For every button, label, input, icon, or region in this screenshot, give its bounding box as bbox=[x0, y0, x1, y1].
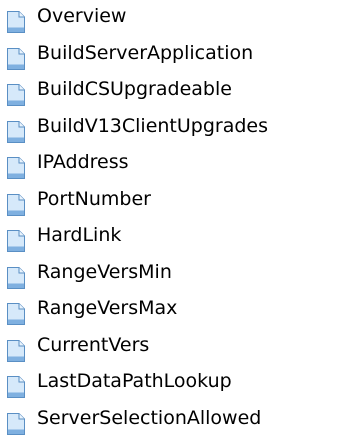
topic-item-4[interactable]: IPAddress bbox=[0, 146, 342, 183]
topic-item-0[interactable]: Overview bbox=[0, 0, 342, 37]
document-page-icon bbox=[5, 120, 27, 144]
topic-label: CurrentVers bbox=[37, 333, 150, 356]
topic-list: Overview BuildServerApplication BuildCSU… bbox=[0, 0, 342, 438]
topic-item-8[interactable]: RangeVersMax bbox=[0, 292, 342, 329]
document-page-icon bbox=[5, 156, 27, 180]
topic-label: ServerSelectionAllowed bbox=[37, 406, 262, 429]
document-page-icon bbox=[5, 83, 27, 107]
topic-item-3[interactable]: BuildV13ClientUpgrades bbox=[0, 110, 342, 147]
topic-label: RangeVersMin bbox=[37, 260, 172, 283]
document-page-icon bbox=[5, 193, 27, 217]
topic-label: RangeVersMax bbox=[37, 297, 178, 319]
topic-label: HardLink bbox=[37, 224, 122, 246]
topic-item-9[interactable]: CurrentVers bbox=[0, 329, 342, 366]
topic-label: BuildServerApplication bbox=[37, 41, 254, 64]
document-page-icon bbox=[5, 10, 27, 34]
topic-item-6[interactable]: HardLink bbox=[0, 219, 342, 256]
document-page-icon bbox=[5, 229, 27, 253]
topic-label: IPAddress bbox=[37, 151, 129, 173]
document-page-icon bbox=[5, 339, 27, 363]
topic-item-5[interactable]: PortNumber bbox=[0, 183, 342, 220]
topic-item-7[interactable]: RangeVersMin bbox=[0, 256, 342, 293]
topic-label: BuildCSUpgradeable bbox=[37, 78, 232, 100]
topic-item-10[interactable]: LastDataPathLookup bbox=[0, 365, 342, 402]
document-page-icon bbox=[5, 47, 27, 71]
topic-label: PortNumber bbox=[37, 187, 151, 210]
topic-item-1[interactable]: BuildServerApplication bbox=[0, 37, 342, 74]
topic-label: Overview bbox=[37, 5, 127, 27]
document-page-icon bbox=[5, 375, 27, 399]
topic-label: LastDataPathLookup bbox=[37, 370, 232, 392]
document-page-icon bbox=[5, 412, 27, 436]
topic-item-2[interactable]: BuildCSUpgradeable bbox=[0, 73, 342, 110]
document-page-icon bbox=[5, 266, 27, 290]
topic-item-11[interactable]: ServerSelectionAllowed bbox=[0, 402, 342, 439]
document-page-icon bbox=[5, 302, 27, 326]
topic-label: BuildV13ClientUpgrades bbox=[37, 114, 269, 137]
